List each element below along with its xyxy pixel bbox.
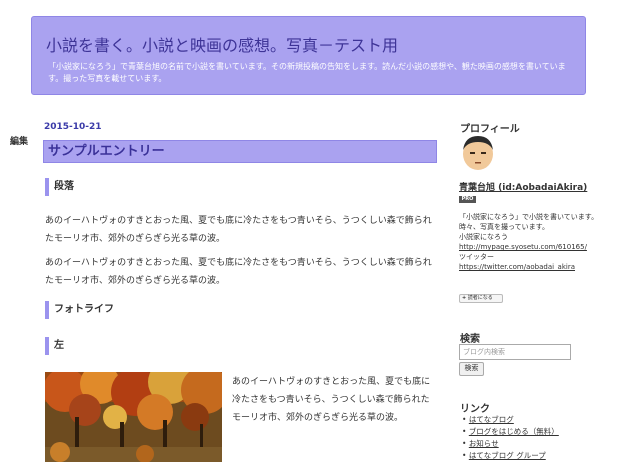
list-item: ブログをはじめる（無料）: [462, 426, 559, 438]
link-hatena-blog[interactable]: はてなブログ: [469, 415, 514, 424]
subscribe-reader-button[interactable]: + 読者になる: [459, 294, 503, 303]
edit-link[interactable]: 編集: [10, 134, 28, 147]
blog-header: 小説を書く。小説と映画の感想。写真－テスト用 「小説家になろう」で青葉台旭の名前…: [31, 16, 586, 95]
subscribe-reader-label: 読者になる: [467, 295, 493, 301]
search-button[interactable]: 検索: [459, 362, 484, 376]
profile-line-4: ツイッター: [459, 253, 494, 261]
blog-title[interactable]: 小説を書く。小説と映画の感想。写真－テスト用: [46, 32, 398, 56]
links-heading: リンク: [460, 404, 490, 415]
profile-line-2: 時々、写真を撮っています。: [459, 223, 549, 231]
links-list: はてなブログ ブログをはじめる（無料） お知らせ はてなブログ グループ: [462, 414, 559, 462]
entry-date[interactable]: 2015-10-21: [44, 122, 102, 132]
profile-avatar[interactable]: [459, 133, 497, 171]
plus-icon: +: [462, 295, 467, 301]
link-news[interactable]: お知らせ: [469, 439, 499, 448]
search-heading: 検索: [460, 334, 480, 345]
link-start-blog[interactable]: ブログをはじめる（無料）: [469, 427, 559, 436]
entry-title[interactable]: サンプルエントリー: [43, 140, 437, 163]
profile-description: 「小説家になろう」で小説を書いています。 時々、写真を撮っています。 小説家にな…: [459, 212, 599, 272]
profile-syosetu-link[interactable]: http://mypage.syosetu.com/610165/: [459, 242, 599, 252]
link-blog-group[interactable]: はてなブログ グループ: [469, 451, 546, 460]
profile-line-3: 小説家になろう: [459, 233, 508, 241]
photo-caption-text: あのイーハトヴォのすきとおった風、夏でも底に冷たさをもつ青いそら、うつくしい森で…: [232, 377, 431, 423]
section-heading-paragraph: 段落: [45, 178, 74, 196]
entry-paragraph-2: あのイーハトヴォのすきとおった風、夏でも底に冷たさをもつ青いそら、うつくしい森で…: [45, 258, 432, 286]
profile-username-link[interactable]: 青葉台旭 (id:AobadaiAkira): [459, 180, 587, 193]
section-heading-left: 左: [45, 337, 64, 355]
autumn-trees-photo[interactable]: [45, 372, 222, 462]
pro-badge: PRO: [459, 196, 476, 203]
section-heading-photolife: フォトライフ: [45, 301, 114, 319]
profile-line-1: 「小説家になろう」で小説を書いています。: [459, 213, 599, 221]
profile-twitter-link[interactable]: https://twitter.com/aobadai_akira: [459, 262, 599, 272]
list-item: はてなブログ グループ: [462, 450, 559, 462]
list-item: はてなブログ: [462, 414, 559, 426]
entry-paragraph-1: あのイーハトヴォのすきとおった風、夏でも底に冷たさをもつ青いそら、うつくしい森で…: [45, 216, 432, 244]
blog-description: 「小説家になろう」で青葉台旭の名前で小説を書いています。その新規投稿の告知をしま…: [48, 62, 566, 83]
list-item: お知らせ: [462, 438, 559, 450]
blog-search-input[interactable]: [459, 344, 571, 360]
